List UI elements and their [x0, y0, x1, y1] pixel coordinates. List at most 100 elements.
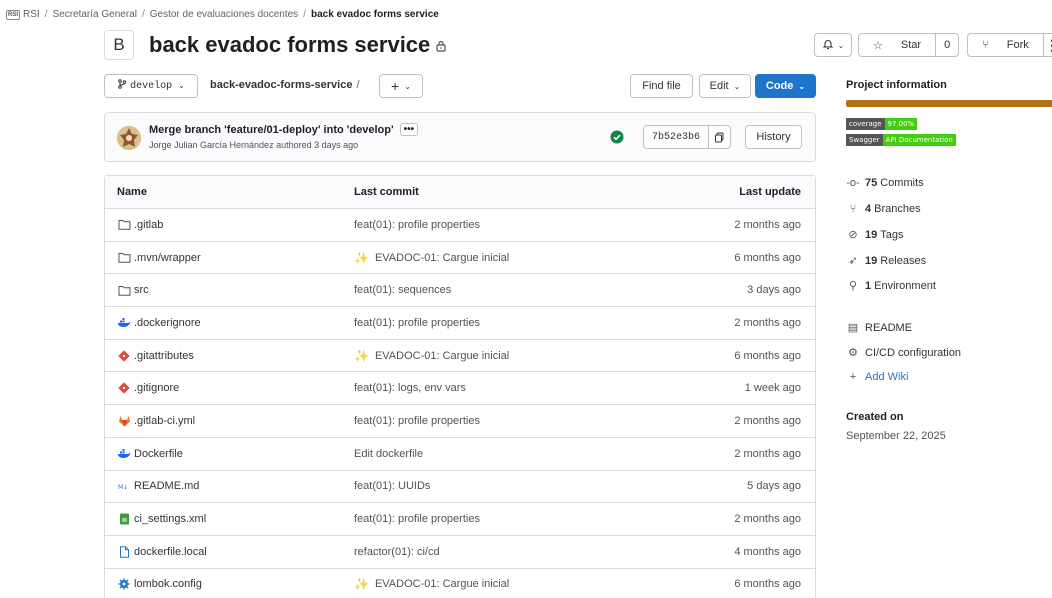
repo-path-root[interactable]: back-evadoc-forms-service: [210, 79, 352, 91]
commit-message-link[interactable]: feat(01): logs, env vars: [354, 382, 466, 394]
sidebar-item-commits[interactable]: -o- 75 Commits: [846, 177, 923, 189]
star-count[interactable]: 0: [935, 34, 958, 56]
commit-message-link[interactable]: feat(01): sequences: [354, 284, 451, 296]
commit-message[interactable]: Merge branch 'feature/01-deploy' into 'd…: [149, 124, 394, 136]
fork-button-group[interactable]: ⑂Fork 0: [967, 33, 1052, 57]
file-name[interactable]: .dockerignore: [134, 317, 201, 329]
file-name-cell[interactable]: M↓ README.md: [105, 479, 354, 493]
file-name[interactable]: Dockerfile: [134, 448, 183, 460]
pipeline-success-icon[interactable]: [610, 130, 624, 147]
sidebar-item-environment[interactable]: ⚲ 1 Environment: [846, 279, 936, 293]
file-name[interactable]: .gitattributes: [134, 350, 194, 362]
fork-button[interactable]: ⑂ Fork: [968, 34, 1043, 56]
file-name[interactable]: README.md: [134, 480, 199, 492]
breadcrumb-current[interactable]: back evadoc forms service: [311, 9, 439, 20]
file-name[interactable]: lombok.config: [134, 578, 202, 590]
add-wiki-link[interactable]: + Add Wiki: [846, 371, 909, 383]
copy-icon[interactable]: [708, 126, 730, 148]
file-name-cell[interactable]: Dockerfile: [105, 447, 354, 461]
badge-value: API Documentation: [882, 134, 956, 146]
last-commit-cell[interactable]: feat(01): UUIDs: [354, 480, 654, 492]
commit-message-link[interactable]: EVADOC-01: Cargue inicial: [375, 350, 509, 362]
sidebar-item-branches[interactable]: ⑂ 4 Branches: [846, 203, 921, 215]
file-name-cell[interactable]: .gitlab-ci.yml: [105, 414, 354, 428]
table-row[interactable]: .gitignore feat(01): logs, env vars 1 week…: [105, 372, 815, 406]
table-row[interactable]: dockerfile.local refactor(01): ci/cd 4 mon…: [105, 536, 815, 569]
branch-selector[interactable]: develop ⌄: [104, 74, 198, 98]
file-name-cell[interactable]: .dockerignore: [105, 316, 354, 330]
table-row[interactable]: Dockerfile Edit dockerfile 2 months ago: [105, 438, 815, 471]
breadcrumb-rsi[interactable]: RSI: [23, 9, 40, 20]
file-name[interactable]: .gitlab: [134, 219, 163, 231]
find-file-button[interactable]: Find file: [630, 74, 693, 98]
file-name[interactable]: .gitlab-ci.yml: [134, 415, 195, 427]
commit-message-link[interactable]: feat(01): profile properties: [354, 219, 480, 231]
file-name-cell[interactable]: ci_settings.xml: [105, 512, 354, 526]
commit-sha[interactable]: 7b52e3b6: [644, 126, 708, 148]
table-row[interactable]: M↓ README.md feat(01): UUIDs 5 days ago: [105, 471, 815, 504]
table-row[interactable]: .gitlab-ci.yml feat(01): profile properti…: [105, 405, 815, 438]
last-commit-cell[interactable]: feat(01): profile properties: [354, 513, 654, 525]
commit-message-link[interactable]: feat(01): profile properties: [354, 317, 480, 329]
last-commit-cell[interactable]: feat(01): profile properties: [354, 219, 654, 231]
file-name-cell[interactable]: .mvn/wrapper: [105, 251, 354, 265]
breadcrumb-gestor[interactable]: Gestor de evaluaciones docentes: [150, 9, 298, 20]
swagger-badge[interactable]: Swagger API Documentation: [846, 134, 956, 146]
last-commit-cell[interactable]: Edit dockerfile: [354, 448, 654, 460]
last-commit-cell[interactable]: feat(01): profile properties: [354, 317, 654, 329]
last-commit-cell[interactable]: feat(01): logs, env vars: [354, 382, 654, 394]
add-file-dropdown[interactable]: + ⌄: [379, 74, 423, 98]
edit-dropdown[interactable]: Edit ⌄: [699, 74, 751, 98]
file-name[interactable]: .gitignore: [134, 382, 179, 394]
commit-message-link[interactable]: Edit dockerfile: [354, 448, 423, 460]
history-button[interactable]: History: [745, 125, 802, 149]
last-commit-cell[interactable]: feat(01): sequences: [354, 284, 654, 296]
table-row[interactable]: .gitattributes ✨ EVADOC-01: Cargue inicial…: [105, 340, 815, 373]
commit-description-toggle[interactable]: •••: [399, 123, 419, 136]
releases-count: 19: [865, 254, 878, 267]
file-name[interactable]: .mvn/wrapper: [134, 252, 201, 264]
language-bar[interactable]: [846, 100, 1052, 107]
author-avatar[interactable]: [117, 126, 141, 150]
last-commit-cell[interactable]: feat(01): profile properties: [354, 415, 654, 427]
file-name[interactable]: ci_settings.xml: [134, 513, 206, 525]
last-commit-cell[interactable]: ✨ EVADOC-01: Cargue inicial: [354, 349, 654, 363]
sidebar-item-cicd[interactable]: ⚙ CI/CD configuration: [846, 346, 961, 360]
breadcrumb-secretaria[interactable]: Secretaría General: [52, 9, 137, 20]
sidebar-item-tags[interactable]: ⊘ 19 Tags: [846, 228, 903, 242]
star-button[interactable]: ☆ Star: [859, 34, 935, 56]
table-row[interactable]: .gitlab feat(01): profile properties 2 mon…: [105, 209, 815, 242]
last-commit-cell[interactable]: ✨ EVADOC-01: Cargue inicial: [354, 577, 654, 591]
commit-message-link[interactable]: EVADOC-01: Cargue inicial: [375, 578, 509, 590]
commit-message-link[interactable]: refactor(01): ci/cd: [354, 546, 440, 558]
last-commit-cell[interactable]: refactor(01): ci/cd: [354, 546, 654, 558]
file-name[interactable]: src: [134, 284, 149, 296]
notification-button[interactable]: ⌄: [814, 33, 852, 57]
table-row[interactable]: lombok.config ✨ EVADOC-01: Cargue inicial 6…: [105, 569, 815, 598]
table-row[interactable]: ci_settings.xml feat(01): profile propert…: [105, 503, 815, 536]
plus-icon: +: [391, 78, 400, 94]
sidebar-item-releases[interactable]: ➶ 19 Releases: [846, 254, 926, 268]
file-name-cell[interactable]: dockerfile.local: [105, 545, 354, 559]
file-name-cell[interactable]: src: [105, 283, 354, 297]
file-name-cell[interactable]: .gitignore: [105, 381, 354, 395]
file-name-cell[interactable]: .gitlab: [105, 218, 354, 232]
table-row[interactable]: .mvn/wrapper ✨ EVADOC-01: Cargue inicial 6 …: [105, 242, 815, 275]
commit-title[interactable]: Merge branch 'feature/01-deploy' into 'd…: [149, 123, 419, 136]
file-name-cell[interactable]: lombok.config: [105, 577, 354, 591]
sidebar-item-readme[interactable]: ▤ README: [846, 321, 912, 335]
commit-message-link[interactable]: feat(01): profile properties: [354, 415, 480, 427]
code-dropdown[interactable]: Code ⌄: [755, 74, 816, 98]
file-name-cell[interactable]: .gitattributes: [105, 349, 354, 363]
last-commit-cell[interactable]: ✨ EVADOC-01: Cargue inicial: [354, 251, 654, 265]
file-name[interactable]: dockerfile.local: [134, 546, 207, 558]
commit-message-link[interactable]: feat(01): UUIDs: [354, 480, 430, 492]
more-actions-icon[interactable]: ⋮: [1045, 37, 1052, 54]
table-row[interactable]: src feat(01): sequences 3 days ago: [105, 274, 815, 308]
coverage-badge[interactable]: coverage 97.00%: [846, 118, 918, 130]
table-row[interactable]: .dockerignore feat(01): profile propertie…: [105, 307, 815, 340]
chevron-down-icon: ⌄: [404, 81, 411, 91]
star-button-group[interactable]: ☆ Star 0: [858, 33, 960, 57]
commit-message-link[interactable]: EVADOC-01: Cargue inicial: [375, 252, 509, 264]
commit-message-link[interactable]: feat(01): profile properties: [354, 513, 480, 525]
